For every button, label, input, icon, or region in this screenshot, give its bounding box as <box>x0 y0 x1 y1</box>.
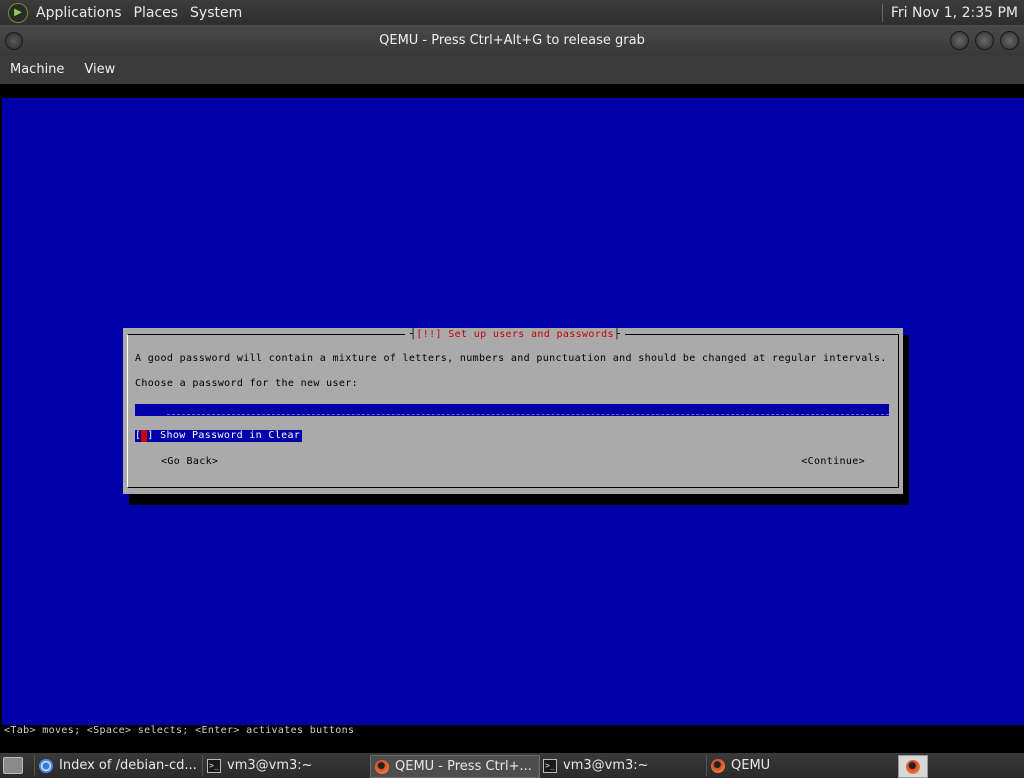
taskbar-item-label: Index of /debian-cd... <box>59 758 197 773</box>
dialog-title: ┤[!!] Set up users and passwords├ <box>405 328 626 341</box>
chrome-icon <box>39 758 53 773</box>
installer-dialog: ┤[!!] Set up users and passwords├ A good… <box>123 328 903 494</box>
taskbar-item-label: vm3@vm3:~ <box>227 758 313 773</box>
password-prompt: Choose a password for the new user: <box>135 378 358 389</box>
taskbar-item-label: QEMU <box>731 758 771 773</box>
qemu-icon <box>375 759 389 774</box>
taskbar-item-label: vm3@vm3:~ <box>563 758 649 773</box>
qemu-icon <box>906 759 920 774</box>
view-menu[interactable]: View <box>74 62 125 77</box>
panel-separator <box>881 3 883 22</box>
system-menu[interactable]: System <box>184 5 248 21</box>
checkbox-icon[interactable]: [ ] <box>135 430 154 442</box>
go-back-button[interactable]: <Go Back> <box>161 456 218 467</box>
window-menu-icon[interactable] <box>5 32 23 50</box>
machine-menu[interactable]: Machine <box>0 62 74 77</box>
taskbar-item-qemu[interactable]: QEMU <box>706 755 875 776</box>
qemu-icon <box>711 758 725 773</box>
top-panel: ▶ Applications Places System Fri Nov 1, … <box>0 0 1024 25</box>
maximize-icon[interactable] <box>975 31 994 50</box>
password-input[interactable]: **** <box>135 404 889 416</box>
taskbar-item-browser[interactable]: Index of /debian-cd... <box>34 755 205 776</box>
vm-display[interactable]: ┤[!!] Set up users and passwords├ A good… <box>0 84 1024 753</box>
continue-button[interactable]: <Continue> <box>801 456 865 467</box>
dialog-title-text: [!!] Set up users and passwords <box>416 329 614 340</box>
window-titlebar[interactable]: QEMU - Press Ctrl+Alt+G to release grab <box>0 25 1024 55</box>
installer-help-line: <Tab> moves; <Space> selects; <Enter> ac… <box>4 725 355 736</box>
window-buttons <box>950 31 1019 50</box>
show-password-checkbox[interactable]: [ ] Show Password in Clear <box>135 430 303 442</box>
qemu-menubar: Machine View <box>0 55 1024 84</box>
taskbar-item-terminal-2[interactable]: >_ vm3@vm3:~ <box>538 755 707 776</box>
clock-text[interactable]: Fri Nov 1, 2:35 PM <box>891 5 1018 21</box>
taskbar-item-terminal-1[interactable]: >_ vm3@vm3:~ <box>202 755 371 776</box>
places-menu[interactable]: Places <box>128 5 185 21</box>
password-description: A good password will contain a mixture o… <box>135 353 887 364</box>
taskbar-item-qemu-active[interactable]: QEMU - Press Ctrl+... <box>370 755 540 778</box>
window-title: QEMU - Press Ctrl+Alt+G to release grab <box>379 32 645 48</box>
applications-menu[interactable]: Applications <box>30 5 128 21</box>
show-desktop-icon[interactable] <box>3 757 23 774</box>
minimize-icon[interactable] <box>950 31 969 50</box>
bottom-taskbar: Index of /debian-cd... >_ vm3@vm3:~ QEMU… <box>0 753 1024 778</box>
show-password-label: Show Password in Clear <box>160 430 301 441</box>
taskbar-item-label: QEMU - Press Ctrl+... <box>395 759 532 774</box>
terminal-icon: >_ <box>207 758 221 773</box>
password-input-underline <box>167 414 889 415</box>
close-icon[interactable] <box>1000 31 1019 50</box>
applications-icon[interactable]: ▶ <box>8 2 28 23</box>
panel-clock[interactable]: Fri Nov 1, 2:35 PM <box>881 0 1024 25</box>
terminal-icon: >_ <box>543 758 557 773</box>
tray-qemu-icon[interactable] <box>898 755 928 778</box>
